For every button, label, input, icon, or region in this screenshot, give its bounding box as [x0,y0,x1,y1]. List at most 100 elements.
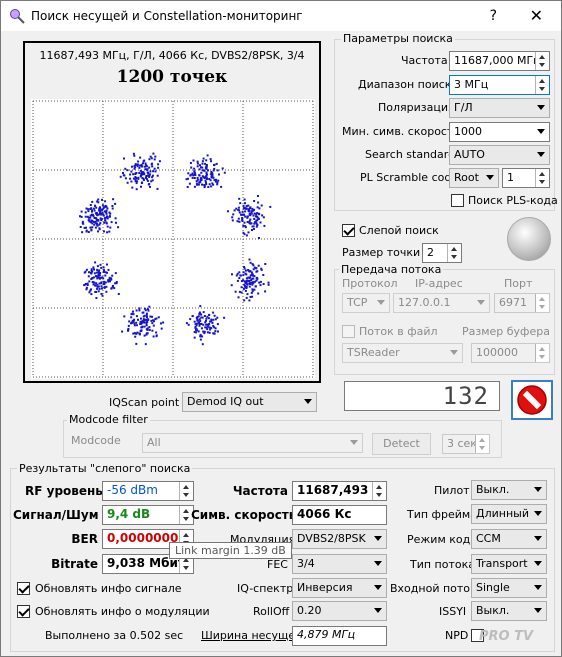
constellation-point [129,177,132,180]
constellation-point [236,279,239,282]
update-signal-checkbox[interactable] [17,582,30,595]
constellation-point [102,214,105,217]
min-sr-select[interactable]: 1000 [449,122,550,142]
constellation-point [189,162,192,164]
modulation-select[interactable]: DVBS2/8PSK [292,529,387,549]
constellation-point [198,311,201,314]
constellation-point [205,171,208,174]
fec-select[interactable]: 3/4 [292,554,387,574]
constellation-point [248,285,251,288]
constellation-point [217,330,219,333]
constellation-point [142,315,145,318]
range-spinner[interactable] [535,76,549,94]
constellation-point [139,169,142,172]
constellation-point [205,319,207,322]
constellation-point [132,332,135,335]
constellation-point [95,275,98,278]
constellation-point [123,174,126,177]
pilot-select[interactable]: Выкл. [471,480,547,500]
constellation-point [143,173,146,176]
constellation-point [191,315,194,317]
constellation-point [144,343,147,346]
input-stream-select[interactable]: Single [471,578,547,598]
rf-spinner[interactable] [179,482,193,500]
port-spinner[interactable] [535,294,549,312]
constellation-point [201,162,204,165]
pls-code-input[interactable]: 1 [502,168,550,188]
constellation-point [196,178,199,181]
constellation-point [157,316,160,319]
update-mod-checkbox[interactable] [17,605,30,618]
modcode-select[interactable]: All [142,433,363,453]
done-label: Выполнено за 0.502 sec [45,629,184,642]
title-bar: Поиск несущей и Constellation-мониторинг… [1,1,561,31]
result-freq-spinner[interactable] [372,482,386,500]
frame-select[interactable]: Длинный [471,504,547,524]
detect-button[interactable]: Detect [372,433,431,455]
help-button[interactable]: ? [490,8,497,24]
point-size-input[interactable]: 2 [422,243,462,263]
protocol-select[interactable]: TCP [342,293,390,313]
frequency-input[interactable]: 11687,000 МГц [449,51,550,71]
constellation-point [247,269,250,271]
constellation-point [134,180,137,183]
buffer-spinner[interactable] [535,344,549,362]
standard-select[interactable]: AUTO [449,145,550,165]
constellation-point [239,274,242,277]
blind-search-checkbox[interactable] [342,224,355,237]
buffer-input[interactable]: 100000 [471,343,550,363]
result-sr-field: 4066 Кс [292,505,387,525]
constellation-point [150,163,153,166]
pls-search-checkbox[interactable] [451,194,464,207]
constellation-point [88,220,91,223]
constellation-point [217,179,220,182]
stream-type-select[interactable]: Transport [471,554,547,574]
point-size-spinner[interactable] [447,244,461,262]
constellation-point [202,311,205,314]
constellation-point [117,293,120,295]
constellation-point [122,172,124,174]
constellation-point [241,217,244,220]
constellation-point [196,322,199,325]
constellation-point [255,225,258,228]
issyi-select[interactable]: Выкл. [471,601,547,621]
constellation-point [110,221,113,224]
constellation-point [231,216,234,219]
iq-select[interactable]: Инверсия [292,578,387,598]
app-icon [10,9,25,24]
chevron-down-icon [377,300,385,305]
rolloff-select[interactable]: 0.20 [292,601,387,621]
bandwidth-label[interactable]: Ширина несущей [201,629,302,642]
constellation-point [244,289,247,292]
protocol-value: TCP [347,296,368,309]
constellation-point [237,296,240,299]
constellation-point [133,324,136,327]
constellation-point [249,274,252,277]
stop-button[interactable] [511,380,553,420]
constellation-point [103,280,106,283]
coding-select[interactable]: CCM [471,529,547,549]
result-sr-label: Симв. скорость [191,508,297,522]
interval-spinner[interactable] [475,435,489,453]
constellation-point [242,279,245,282]
constellation-point [130,180,133,183]
pls-mode-select[interactable]: Root [449,168,499,188]
range-input[interactable]: 3 МГц [449,75,550,95]
interval-input[interactable]: 3 сек [442,434,490,454]
constellation-point [247,231,250,234]
ip-select[interactable]: 127.0.0.1 [393,293,490,313]
constellation-point [105,290,108,293]
iqscan-select[interactable]: Demod IQ out [182,392,317,412]
close-button[interactable]: ✕ [530,6,543,25]
constellation-point [96,268,99,271]
port-input[interactable]: 6971 [494,293,550,313]
constellation-point [206,325,209,328]
to-file-checkbox[interactable] [342,325,355,338]
reader-select[interactable]: TSReader [342,343,463,363]
constellation-point [137,177,140,180]
result-freq-field: 11687,493 МГ [292,481,387,501]
constellation-point [91,200,94,203]
pls-code-spinner[interactable] [535,169,549,187]
polarization-select[interactable]: Г/Л [449,98,550,118]
frequency-spinner[interactable] [535,52,549,70]
